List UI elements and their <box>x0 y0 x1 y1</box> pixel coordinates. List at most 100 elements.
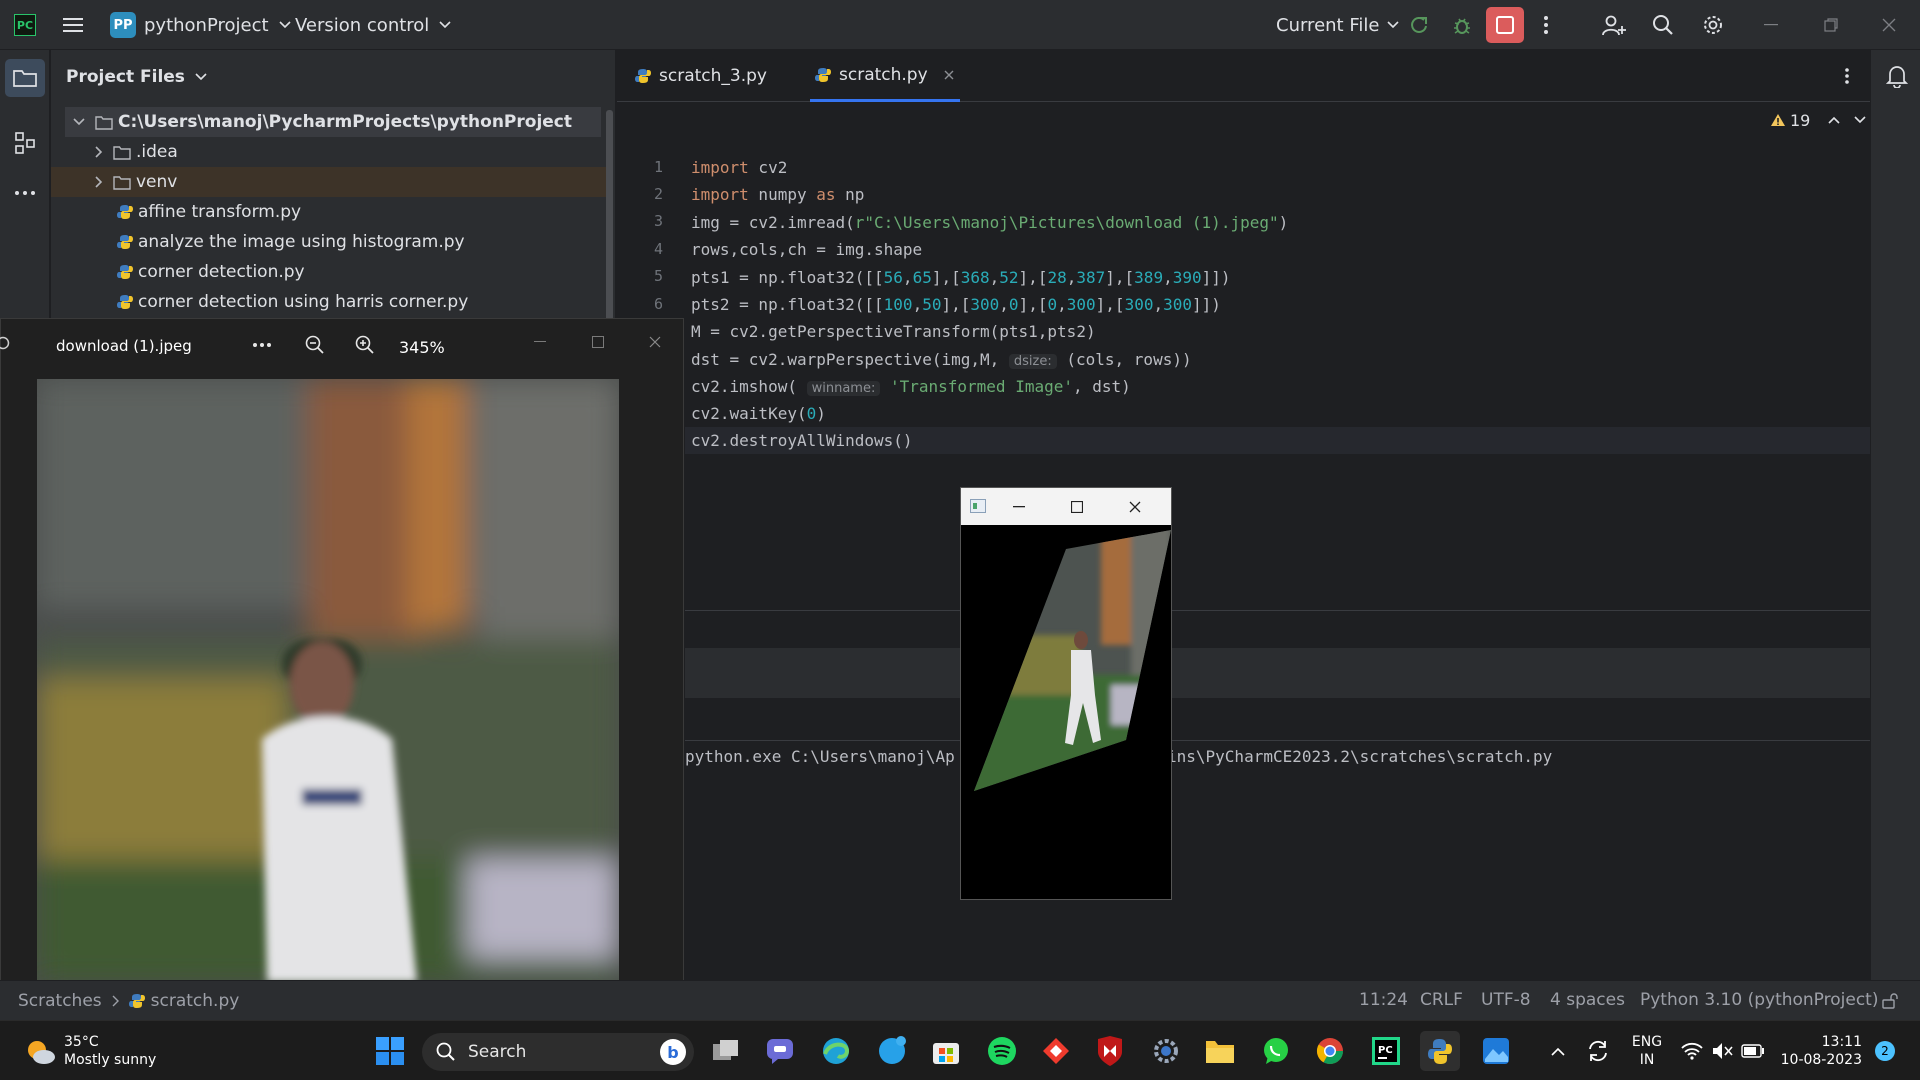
breadcrumb-scratch-file[interactable]: scratch.py <box>151 991 240 1011</box>
chevron-up-icon[interactable] <box>1538 1031 1578 1071</box>
debug-icon[interactable] <box>1449 12 1475 38</box>
language-indicator[interactable]: ENG IN <box>1630 1033 1664 1069</box>
pycharm-logo-icon[interactable]: PC <box>14 14 36 36</box>
zoom-out-icon[interactable] <box>303 333 327 357</box>
folder-icon <box>95 115 113 130</box>
settings-gear-icon[interactable] <box>1146 1031 1186 1071</box>
close-window-icon[interactable] <box>1125 497 1145 517</box>
tree-item-label: corner detection using harris corner.py <box>138 292 469 312</box>
tree-item-file[interactable]: corner detection.py <box>51 257 606 287</box>
file-explorer-icon[interactable] <box>1200 1031 1240 1071</box>
tree-item-label: corner detection.py <box>138 262 305 282</box>
warped-image-display[interactable] <box>961 525 1171 899</box>
minimize-window-icon[interactable] <box>1009 497 1029 517</box>
unlock-icon[interactable] <box>1880 991 1900 1011</box>
line-separator[interactable]: CRLF <box>1420 990 1463 1010</box>
project-view-selector[interactable]: Project Files <box>66 64 207 90</box>
more-options-icon[interactable] <box>248 334 276 356</box>
chevron-down-icon <box>278 21 291 29</box>
region-code: IN <box>1639 1052 1655 1068</box>
tree-item-file[interactable]: corner detection using harris corner.py <box>51 287 606 317</box>
project-badge: PP <box>110 12 136 38</box>
project-folder-icon[interactable] <box>5 59 45 97</box>
vcs-menu[interactable]: Version control <box>295 12 451 38</box>
restore-window-icon[interactable] <box>1820 14 1842 36</box>
chevron-right-icon[interactable] <box>95 146 103 158</box>
more-tool-windows-icon[interactable] <box>10 178 40 208</box>
minimize-window-icon[interactable] <box>1760 14 1782 36</box>
app-icon[interactable] <box>872 1031 912 1071</box>
tab-scratch-3[interactable]: scratch_3.py <box>635 50 767 102</box>
clock-time: 13:11 <box>1821 1034 1862 1050</box>
project-selector[interactable]: PP pythonProject <box>110 12 291 38</box>
code-line: cv2.destroyAllWindows() <box>691 431 913 450</box>
python-interpreter[interactable]: Python 3.10 (pythonProject) <box>1640 990 1878 1010</box>
tree-item-project-root[interactable]: C:\Users\manoj\PycharmProjects\pythonPro… <box>65 107 601 137</box>
chevron-down-icon[interactable] <box>73 118 85 126</box>
spotify-icon[interactable] <box>982 1031 1022 1071</box>
windows-start-icon[interactable] <box>370 1031 410 1071</box>
structure-icon[interactable] <box>10 128 40 158</box>
run-config-selector[interactable]: Current File <box>1276 12 1400 38</box>
stop-button[interactable] <box>1486 7 1524 43</box>
notification-badge[interactable]: 2 <box>1875 1041 1895 1061</box>
zoom-in-icon[interactable] <box>353 333 377 357</box>
pycharm-app-icon[interactable]: PC <box>1366 1031 1406 1071</box>
maximize-window-icon[interactable] <box>587 331 609 353</box>
code-line: pts2 = np.float32([[100,50],[300,0],[0,3… <box>691 295 1221 314</box>
battery-icon[interactable] <box>1733 1031 1773 1071</box>
run-output-line: python.exe C:\Users\manoj\Ap <box>685 747 955 766</box>
taskbar-search-box[interactable]: Search b <box>422 1033 694 1071</box>
caret-position[interactable]: 11:24 <box>1359 990 1408 1010</box>
chrome-icon[interactable] <box>1310 1031 1350 1071</box>
search-placeholder: Search <box>468 1042 527 1062</box>
code-line: img = cv2.imread(r"C:\Users\manoj\Pictur… <box>691 213 1289 232</box>
rerun-icon[interactable] <box>1406 12 1432 38</box>
transformed-image-window <box>960 487 1172 900</box>
more-actions-icon[interactable] <box>1535 12 1557 38</box>
python-file-icon <box>815 67 831 83</box>
breadcrumb-scratches[interactable]: Scratches <box>18 991 102 1011</box>
indentation[interactable]: 4 spaces <box>1550 990 1625 1010</box>
photos-app-icon[interactable] <box>1476 1031 1516 1071</box>
clock[interactable]: 13:11 10-08-2023 <box>1772 1033 1862 1069</box>
code-with-me-icon[interactable] <box>1600 12 1628 38</box>
tree-item-file[interactable]: affine transform.py <box>51 197 606 227</box>
file-encoding[interactable]: UTF-8 <box>1481 990 1531 1010</box>
ms-store-icon[interactable] <box>926 1031 966 1071</box>
weather-temp: 35°C <box>64 1034 99 1050</box>
folder-icon <box>113 175 131 190</box>
main-menu-icon[interactable] <box>60 13 86 37</box>
minimize-window-icon[interactable] <box>529 331 551 353</box>
tab-actions-icon[interactable] <box>1837 64 1857 88</box>
maximize-window-icon[interactable] <box>1067 497 1087 517</box>
tree-item-venv[interactable]: venv <box>51 167 606 197</box>
edge-browser-icon[interactable] <box>816 1031 856 1071</box>
chevron-right-icon[interactable] <box>95 176 103 188</box>
tree-item-idea[interactable]: .idea <box>51 137 606 167</box>
notifications-bell-icon[interactable] <box>1884 63 1910 89</box>
close-window-icon[interactable] <box>1878 14 1900 36</box>
settings-gear-icon[interactable] <box>1700 12 1726 38</box>
code-editor[interactable]: import cv2 import numpy as np img = cv2.… <box>617 102 1870 662</box>
sync-icon[interactable] <box>1578 1031 1618 1071</box>
weather-widget[interactable]: 35°C Mostly sunny <box>24 1029 156 1073</box>
mcafee-icon[interactable] <box>1090 1031 1130 1071</box>
zoomed-cricketer-photo[interactable] <box>37 379 619 982</box>
whatsapp-icon[interactable] <box>1256 1031 1296 1071</box>
python-app-icon[interactable] <box>1420 1031 1460 1071</box>
code-line: cv2.waitKey(0) <box>691 404 826 423</box>
anydesk-icon[interactable] <box>1036 1031 1076 1071</box>
tree-item-file[interactable]: analyze the image using histogram.py <box>51 227 606 257</box>
search-icon[interactable] <box>1650 12 1676 38</box>
search-icon <box>436 1042 456 1062</box>
tab-label: scratch_3.py <box>659 66 767 86</box>
tree-item-label: analyze the image using histogram.py <box>138 232 465 252</box>
task-view-icon[interactable] <box>706 1031 746 1071</box>
tab-scratch[interactable]: scratch.py <box>810 50 960 102</box>
tree-item-label: C:\Users\manoj\PycharmProjects\pythonPro… <box>118 112 573 132</box>
close-tab-icon[interactable] <box>944 70 954 80</box>
panel-divider <box>685 740 1870 741</box>
close-window-icon[interactable] <box>644 331 666 353</box>
teams-chat-icon[interactable] <box>760 1031 800 1071</box>
